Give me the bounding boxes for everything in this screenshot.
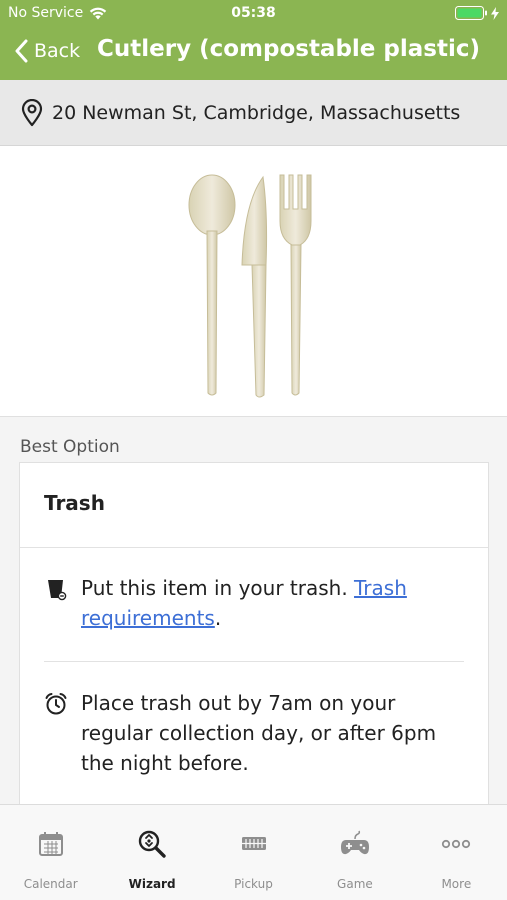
address-bar[interactable]: 20 Newman St, Cambridge, Massachusetts (0, 80, 507, 146)
address-text: 20 Newman St, Cambridge, Massachusetts (52, 101, 461, 124)
battery-indicator (455, 6, 499, 20)
trash-instruction-end: . (214, 606, 222, 630)
item-image (0, 157, 507, 415)
alarm-clock-icon (45, 693, 67, 715)
cutlery-image (188, 174, 312, 398)
tab-pickup[interactable]: Pickup (203, 805, 304, 900)
status-time: 05:38 (231, 5, 276, 21)
trash-bin-icon (48, 580, 67, 601)
best-option-label: Best Option (20, 437, 120, 457)
tab-label-more: More (441, 877, 472, 891)
disposal-card: Trash Put this item in your trash. Trash… (19, 462, 489, 804)
row-divider (44, 661, 464, 662)
tab-calendar[interactable]: Calendar (0, 805, 101, 900)
status-bar: No Service 05:38 (0, 0, 507, 28)
trash-instruction: Put this item in your trash. (81, 576, 355, 600)
recycle-search-icon (138, 830, 166, 858)
tab-label-game: Game (337, 877, 373, 891)
tab-label-wizard: Wizard (128, 877, 176, 891)
nav-bar: Back Cutlery (compostable plastic) (0, 28, 507, 80)
more-dots-icon (442, 839, 471, 849)
tab-bar: Calendar Wizard Pickup Game More (0, 804, 507, 900)
charging-bolt-icon (491, 6, 499, 20)
page-title: Cutlery (compostable plastic) (97, 36, 480, 62)
back-button[interactable]: Back (14, 39, 80, 63)
truck-icon (241, 837, 266, 850)
disposal-content: Best Option Trash Put this item in your … (0, 416, 507, 804)
tab-label-pickup: Pickup (234, 877, 273, 891)
tab-wizard[interactable]: Wizard (101, 805, 202, 900)
battery-icon (455, 6, 487, 20)
location-pin-icon (21, 98, 43, 126)
top-bar: No Service 05:38 Back Cutlery (compostab… (0, 0, 507, 80)
calendar-icon (38, 832, 63, 856)
chevron-left-icon (15, 39, 28, 63)
gamepad-icon (340, 830, 369, 855)
card-title: Trash (44, 491, 105, 515)
schedule-text: Place trash out by 7am on your regular c… (81, 691, 437, 775)
tab-label-calendar: Calendar (23, 877, 78, 891)
tab-more[interactable]: More (406, 805, 507, 900)
card-divider (20, 547, 488, 548)
tab-game[interactable]: Game (304, 805, 405, 900)
back-label: Back (34, 40, 81, 62)
instruction-text-trash: Put this item in your trash. Trash requi… (81, 573, 471, 633)
